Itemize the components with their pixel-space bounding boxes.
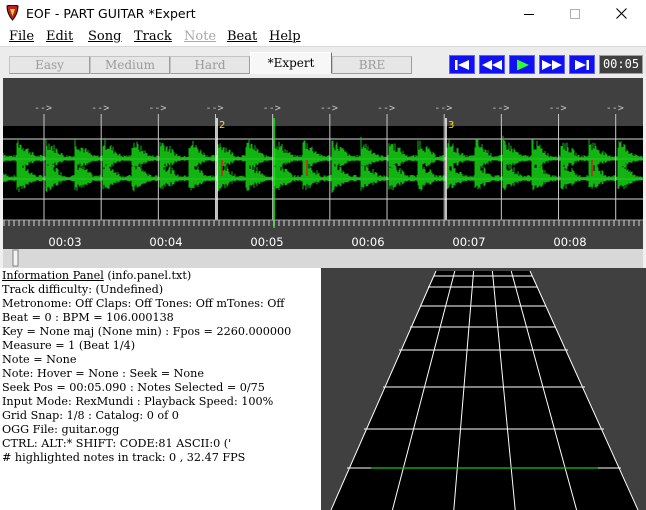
skip-to-start-icon bbox=[455, 59, 469, 70]
tab-easy[interactable]: Easy bbox=[9, 56, 90, 74]
measure-number: 3 bbox=[448, 120, 454, 131]
info-line: Note: Hover = None : Seek = None bbox=[2, 367, 204, 380]
info-line: Track difficulty: (Undefined) bbox=[2, 283, 164, 296]
info-line: Input Mode: RexMundi : Playback Speed: 1… bbox=[2, 395, 274, 408]
menu-bar: File Edit Song Track Note Beat Help bbox=[0, 27, 646, 47]
tab-bre[interactable]: BRE bbox=[332, 56, 412, 74]
timeline-label: 00:05 bbox=[250, 235, 283, 249]
timeline-label: 00:04 bbox=[149, 235, 182, 249]
skip-to-start-button[interactable] bbox=[449, 55, 475, 74]
string-lane-band bbox=[3, 126, 643, 220]
info-panel-filename: (info.panel.txt) bbox=[103, 269, 192, 282]
minimize-button[interactable] bbox=[506, 0, 552, 27]
info-line: CTRL: ALT:* SHIFT: CODE:81 ASCII:0 (' bbox=[2, 437, 232, 450]
info-line: Beat = 0 : BPM = 106.000138 bbox=[2, 311, 174, 324]
close-button[interactable] bbox=[598, 0, 644, 27]
info-line: Grid Snap: 1/8 : Catalog: 0 of 0 bbox=[2, 409, 179, 422]
waveform-view[interactable]: -->-->-->-->-->-->-->-->-->-->-->--> 23 … bbox=[3, 78, 643, 268]
info-line: Measure = 1 (Beat 1/4) bbox=[2, 339, 136, 352]
menu-song[interactable]: Song bbox=[88, 29, 121, 44]
timeline-label: 00:06 bbox=[351, 235, 384, 249]
menu-edit[interactable]: Edit bbox=[46, 29, 73, 44]
skip-to-end-button[interactable] bbox=[569, 55, 595, 74]
information-panel: Information Panel (info.panel.txt) Track… bbox=[0, 268, 323, 510]
rewind-icon bbox=[482, 59, 502, 70]
highway-3d bbox=[330, 270, 639, 510]
beat-arrow: --> bbox=[91, 103, 109, 114]
tab-hard[interactable]: Hard bbox=[170, 56, 250, 74]
minimize-icon bbox=[524, 13, 534, 15]
close-icon bbox=[615, 8, 627, 19]
info-panel-title: Information Panel bbox=[2, 269, 104, 282]
beat-arrow: --> bbox=[206, 103, 224, 114]
play-icon bbox=[517, 59, 529, 70]
guitar-pick-icon bbox=[6, 5, 19, 21]
maximize-button[interactable] bbox=[552, 0, 598, 27]
fast-forward-button[interactable] bbox=[539, 55, 565, 74]
time-display: 00:05 bbox=[599, 55, 643, 74]
beat-arrow: --> bbox=[377, 103, 395, 114]
menu-beat[interactable]: Beat bbox=[227, 29, 257, 44]
menu-note[interactable]: Note bbox=[184, 29, 216, 44]
info-line: Key = None maj (None min) : Fpos = 2260.… bbox=[2, 325, 292, 338]
3d-fretboard-preview bbox=[323, 268, 646, 510]
timeline-label: 00:07 bbox=[452, 235, 485, 249]
note-editor[interactable]: -->-->-->-->-->-->-->-->-->-->-->--> 23 … bbox=[3, 78, 643, 268]
info-line: OGG File: guitar.ogg bbox=[2, 423, 120, 436]
beat-arrow: --> bbox=[549, 103, 567, 114]
menu-file[interactable]: File bbox=[9, 29, 34, 44]
info-line: Seek Pos = 00:05.090 : Notes Selected = … bbox=[2, 381, 265, 394]
beat-arrow: --> bbox=[320, 103, 338, 114]
horizontal-scrollbar-track[interactable] bbox=[3, 249, 643, 268]
menu-help[interactable]: Help bbox=[269, 29, 301, 44]
play-button[interactable] bbox=[509, 55, 535, 74]
tab-expert[interactable]: *Expert bbox=[250, 52, 332, 74]
beat-arrow: --> bbox=[148, 103, 166, 114]
info-line: # highlighted notes in track: 0 , 32.47 … bbox=[2, 451, 246, 464]
skip-to-end-icon bbox=[575, 59, 589, 70]
scrollbar-thumb[interactable] bbox=[12, 249, 19, 267]
beat-arrow: --> bbox=[491, 103, 509, 114]
menu-track[interactable]: Track bbox=[134, 29, 172, 44]
maximize-icon bbox=[570, 8, 580, 19]
info-panel-header: Information Panel (info.panel.txt) bbox=[2, 269, 191, 282]
rewind-button[interactable] bbox=[479, 55, 505, 74]
beat-arrow: --> bbox=[434, 103, 452, 114]
measure-number: 2 bbox=[219, 120, 225, 131]
beat-arrow: --> bbox=[606, 103, 624, 114]
fast-forward-icon bbox=[542, 59, 562, 70]
timeline-label: 00:03 bbox=[48, 235, 81, 249]
timeline-label: 00:08 bbox=[553, 235, 586, 249]
window-title: EOF - PART GUITAR *Expert bbox=[26, 6, 196, 21]
beat-arrow: --> bbox=[263, 103, 281, 114]
title-bar: EOF - PART GUITAR *Expert bbox=[0, 0, 646, 27]
info-line: Note = None bbox=[2, 353, 77, 366]
info-line: Metronome: Off Claps: Off Tones: Off mTo… bbox=[2, 297, 285, 310]
beat-arrow: --> bbox=[34, 103, 52, 114]
tab-medium[interactable]: Medium bbox=[90, 56, 170, 74]
